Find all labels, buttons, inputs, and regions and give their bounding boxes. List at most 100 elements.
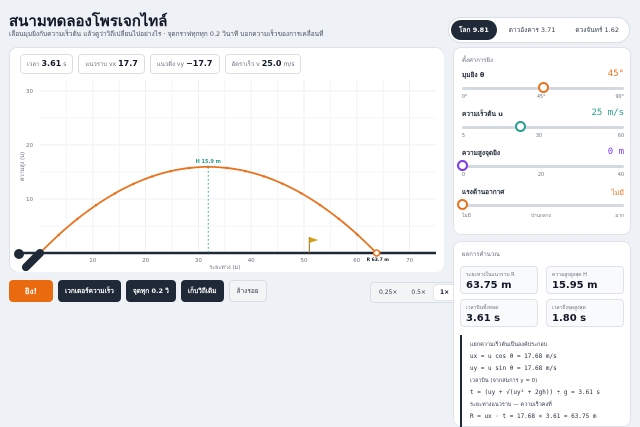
velocity-vector-toggle[interactable]: เวกเตอร์ความเร็ว (58, 280, 121, 302)
speed-tick-min: 5 (462, 134, 466, 139)
tab-earth[interactable]: โลก 9.81 (451, 20, 497, 40)
readout-vy: แนวดิ่ง vy −17.7 (149, 54, 220, 74)
drag-slider-knob[interactable] (456, 199, 468, 210)
drag-tick-max: มาก (615, 214, 624, 219)
playback-speed: 0.25× 0.5× 1× (370, 282, 459, 303)
time-marker (150, 175, 154, 178)
metric-range-label: ระยะทางในแนวราบ R (466, 272, 515, 278)
metric-peak-label: ความสูงสูงสุด H (552, 272, 587, 278)
time-marker (188, 166, 191, 170)
x-tick-label: 60 (353, 258, 360, 264)
height-ticks: 0 20 40 (462, 173, 624, 181)
readout-time: เวลา 3.61 s (20, 54, 74, 74)
time-marker (337, 217, 340, 221)
metric-time-to-peak: เวลาถึงจุดสูงสุด 1.80 s (546, 299, 624, 327)
drag-slider-track[interactable] (462, 204, 624, 207)
speed-label: ความเร็วต้น u (462, 110, 503, 118)
trajectory-chart[interactable]: 10 20 30 40 50 60 70 10 20 30 ระยะทาง (ม) ความสูง (… (10, 48, 445, 273)
metric-range-value: 63.75 m (466, 280, 512, 291)
formula-block: แยกความเร็วต้นเป็นองค์ประกอบ ux = u cos … (460, 335, 626, 427)
formula-uy: uy = u sin θ = 17.68 m/s (470, 365, 557, 372)
formula-time: t = (uy + √(uy² + 2gh)) ÷ g = 3.61 s (470, 389, 601, 396)
time-marker (76, 217, 79, 221)
time-marker (169, 169, 172, 173)
y-axis-label: ความสูง (ม) (19, 152, 26, 181)
angle-slider-knob[interactable] (537, 82, 549, 93)
tab-mars[interactable]: ดาวอังคาร 3.71 (501, 20, 564, 40)
metric-peak: ความสูงสูงสุด H 15.95 m (546, 266, 624, 294)
speed-0-5x[interactable]: 0.5× (405, 285, 432, 300)
height-tick-mid: 20 (538, 173, 545, 178)
settings-panel: ตั้งค่าการยิง มุมยิง θ 45° 0° 45° 90° คว… (453, 47, 631, 235)
results-panel: ผลการคำนวณ ระยะทางในแนวราบ R 63.75 m ควา… (453, 241, 631, 427)
y-tick-label: 10 (26, 197, 33, 203)
angle-tick-min: 0° (462, 95, 468, 100)
y-tick-label: 30 (26, 89, 33, 95)
trajectory-panel: 10 20 30 40 50 60 70 10 20 30 ระยะทาง (ม) ความสูง (… (9, 47, 444, 272)
readout-strip: เวลา 3.61 s แนวราบ vx 17.7 แนวดิ่ง vy −17.7 … (20, 54, 302, 74)
speed-tick-max: 60 (617, 134, 624, 139)
speed-slider-knob[interactable] (515, 121, 527, 132)
cannon-base-icon (14, 249, 24, 259)
metric-flight-time: เวลาบินทั้งหมด 3.61 s (460, 299, 538, 327)
height-slider-track[interactable] (462, 165, 624, 168)
landing-label: R 63.7 m (367, 257, 390, 263)
time-marker (300, 192, 303, 195)
x-tick-label: 70 (406, 258, 413, 264)
time-marker (57, 233, 60, 237)
height-value: 0 m (607, 147, 624, 157)
drag-ticks: ไม่มี ปานกลาง มาก (462, 212, 624, 220)
speed-tick-mid: 30 (536, 134, 543, 139)
page-subtitle: เลื่อนมุมยิงกับความเร็วต้น แล้วดูว่าวิถี… (9, 30, 324, 38)
speed-1x[interactable]: 1× (433, 285, 456, 300)
height-tick-max: 40 (617, 173, 624, 178)
readout-speed: อัตราเร็ว v 25.0 m/s (224, 54, 302, 74)
x-tick-label: 50 (301, 258, 308, 264)
speed-slider-track[interactable] (462, 126, 624, 129)
time-marker (356, 233, 359, 236)
metric-flight-time-label: เวลาบินทั้งหมด (466, 305, 499, 311)
drag-value: ไม่มี (611, 189, 624, 197)
speed-ticks: 5 30 60 (462, 134, 624, 142)
formula-heading-components: แยกความเร็วต้นเป็นองค์ประกอบ (470, 342, 548, 348)
tab-moon[interactable]: ดวงจันทร์ 1.62 (567, 20, 627, 40)
metric-peak-value: 15.95 m (552, 280, 598, 291)
keep-trails-toggle[interactable]: เก็บวิถีเดิม (180, 280, 224, 302)
time-marker (113, 192, 116, 195)
drag-tick-mid: ปานกลาง (531, 214, 551, 219)
time-marker (225, 166, 228, 170)
time-marker (318, 203, 322, 207)
time-marker (94, 203, 98, 207)
gravity-tabs: โลก 9.81 ดาวอังคาร 3.71 ดวงจันทร์ 1.62 (448, 17, 630, 43)
x-axis-label: ระยะทาง (ม) (209, 265, 240, 271)
formula-ux: ux = u cos θ = 17.68 m/s (470, 353, 557, 360)
formula-heading-range: ระยะทางแนวราบ — ความเร็วคงที่ (470, 402, 552, 408)
time-marker (281, 182, 284, 186)
x-tick-label: 10 (89, 258, 96, 264)
results-title: ผลการคำนวณ (462, 251, 500, 258)
height-slider-knob[interactable] (456, 160, 468, 171)
metric-range: ระยะทางในแนวราบ R 63.75 m (460, 266, 538, 294)
angle-label: มุมยิง θ (462, 71, 485, 79)
time-marker (244, 169, 247, 173)
speed-0-25x[interactable]: 0.25× (373, 285, 403, 300)
x-tick-label: 30 (195, 258, 202, 264)
time-marker (132, 182, 135, 186)
formula-heading-time: เวลาบิน (จากสมการ y = 0) (470, 378, 538, 384)
apex-label: H 15.9 m (196, 159, 221, 165)
angle-tick-mid: 45° (537, 95, 546, 100)
dots-toggle[interactable]: จุดทุก 0.2 วิ (125, 280, 176, 302)
height-label: ความสูงจุดยิง (462, 149, 501, 157)
drag-label: แรงต้านอากาศ (462, 188, 505, 196)
metric-time-to-peak-label: เวลาถึงจุดสูงสุด (552, 305, 586, 311)
settings-title: ตั้งค่าการยิง (462, 57, 493, 64)
landing-marker (372, 249, 381, 257)
clear-trails-button[interactable]: ล้างรอย (228, 280, 267, 302)
control-bar: ยิง! เวกเตอร์ความเร็ว จุดทุก 0.2 วิ เก็บ… (9, 280, 267, 302)
time-marker (262, 175, 266, 178)
x-tick-label: 40 (248, 258, 255, 264)
fire-button[interactable]: ยิง! (9, 280, 53, 302)
angle-ticks: 0° 45° 90° (462, 95, 624, 103)
angle-tick-max: 90° (615, 95, 624, 100)
metric-flight-time-value: 3.61 s (466, 313, 501, 324)
